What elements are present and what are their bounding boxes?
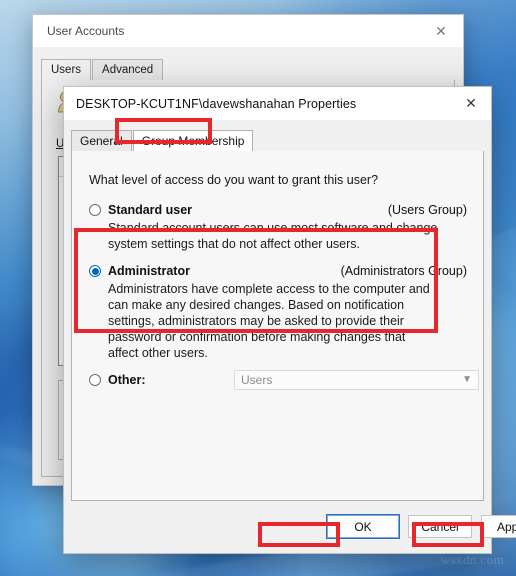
group-membership-panel: What level of access do you want to gran… (71, 151, 484, 501)
tab-advanced[interactable]: Advanced (92, 59, 164, 80)
standard-user-description: Standard account users can use most soft… (108, 221, 438, 251)
other-radio[interactable] (89, 374, 101, 386)
properties-body: General Group Membership What level of a… (64, 120, 516, 553)
chevron-down-icon: ▼ (462, 374, 472, 385)
administrator-label: Administrator (108, 264, 190, 278)
tab-general[interactable]: General (71, 130, 132, 152)
tab-users[interactable]: Users (41, 59, 92, 81)
option-standard-user[interactable]: Standard user (Users Group) Standard acc… (89, 203, 467, 252)
standard-user-group-label: (Users Group) (387, 203, 467, 217)
user-accounts-titlebar: User Accounts ✕ (33, 15, 463, 48)
standard-user-radio[interactable] (89, 204, 101, 216)
administrator-description: Administrators have complete access to t… (108, 282, 430, 360)
close-icon[interactable]: ✕ (419, 15, 463, 47)
properties-tabstrip: General Group Membership (71, 130, 484, 153)
administrator-radio[interactable] (89, 265, 101, 277)
administrator-group-label: (Administrators Group) (340, 264, 467, 278)
cancel-button[interactable]: Cancel (408, 515, 472, 538)
other-group-value: Users (241, 373, 273, 387)
other-line: Other: Users ▼ (89, 370, 479, 390)
dialog-footer: OK Cancel Apply (64, 501, 516, 553)
user-accounts-tabstrip: Users Advanced (41, 59, 455, 81)
close-icon[interactable]: ✕ (451, 87, 491, 120)
option-administrator[interactable]: Administrator (Administrators Group) Adm… (89, 264, 467, 361)
dialog-title: DESKTOP-KCUT1NF\davewshanahan Properties (76, 96, 357, 111)
properties-titlebar: DESKTOP-KCUT1NF\davewshanahan Properties… (64, 87, 491, 120)
option-other[interactable]: Other: Users ▼ (89, 370, 479, 390)
user-properties-dialog: DESKTOP-KCUT1NF\davewshanahan Properties… (63, 86, 516, 554)
standard-user-label: Standard user (108, 203, 193, 217)
access-level-question: What level of access do you want to gran… (89, 173, 379, 187)
other-group-dropdown[interactable]: Users ▼ (234, 370, 479, 390)
ok-button[interactable]: OK (326, 514, 400, 539)
watermark-text: wsxdn.com (440, 552, 504, 567)
other-label: Other: (108, 373, 146, 387)
tab-group-membership[interactable]: Group Membership (132, 130, 254, 153)
apply-button[interactable]: Apply (481, 515, 516, 538)
user-accounts-title: User Accounts (47, 24, 125, 38)
administrator-line: Administrator (Administrators Group) (89, 264, 467, 278)
standard-user-line: Standard user (Users Group) (89, 203, 467, 217)
